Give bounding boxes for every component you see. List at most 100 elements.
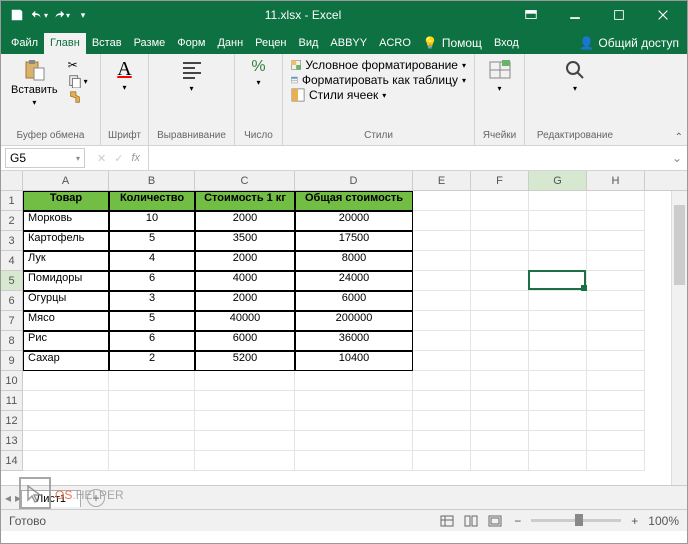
cell[interactable] xyxy=(413,411,471,431)
paste-button[interactable]: Вставить ▾ xyxy=(5,56,64,109)
cell[interactable] xyxy=(23,371,109,391)
tab-layout[interactable]: Разме xyxy=(128,33,172,54)
close-button[interactable] xyxy=(645,1,681,29)
cell[interactable] xyxy=(413,331,471,351)
cell[interactable] xyxy=(471,331,529,351)
cell[interactable] xyxy=(109,411,195,431)
cell[interactable] xyxy=(529,231,587,251)
cell[interactable] xyxy=(109,451,195,471)
cell[interactable] xyxy=(587,231,645,251)
tab-review[interactable]: Рецен xyxy=(249,33,292,54)
undo-button[interactable]: ▾ xyxy=(29,5,49,25)
cancel-formula-icon[interactable]: ✕ xyxy=(97,152,106,165)
cell[interactable]: 24000 xyxy=(295,271,413,291)
cell[interactable] xyxy=(529,251,587,271)
cell[interactable]: 2000 xyxy=(195,211,295,231)
redo-button[interactable]: ▾ xyxy=(51,5,71,25)
zoom-level[interactable]: 100% xyxy=(648,514,679,528)
cell[interactable] xyxy=(109,391,195,411)
format-painter-button[interactable] xyxy=(68,90,88,104)
cell[interactable] xyxy=(195,371,295,391)
cell[interactable] xyxy=(529,331,587,351)
fx-icon[interactable]: fx xyxy=(131,152,140,164)
zoom-slider[interactable] xyxy=(531,519,621,522)
cell[interactable] xyxy=(587,191,645,211)
cell[interactable]: 2000 xyxy=(195,291,295,311)
cell[interactable]: 3 xyxy=(109,291,195,311)
cell[interactable] xyxy=(587,311,645,331)
cell[interactable] xyxy=(413,251,471,271)
cell[interactable] xyxy=(413,211,471,231)
tell-me[interactable]: 💡Помощ xyxy=(417,32,488,54)
cell[interactable]: Мясо xyxy=(23,311,109,331)
cell[interactable] xyxy=(587,351,645,371)
row-header[interactable]: 6 xyxy=(1,291,23,311)
column-header[interactable]: E xyxy=(413,171,471,190)
save-button[interactable] xyxy=(7,5,27,25)
cell[interactable] xyxy=(587,251,645,271)
cell[interactable]: Товар xyxy=(23,191,109,211)
cell[interactable]: Картофель xyxy=(23,231,109,251)
sheet-nav-prev[interactable]: ◂ xyxy=(5,491,11,505)
cell[interactable] xyxy=(471,451,529,471)
cell[interactable] xyxy=(413,291,471,311)
column-header[interactable]: D xyxy=(295,171,413,190)
row-header[interactable]: 4 xyxy=(1,251,23,271)
number-button[interactable]: %▾ xyxy=(239,56,278,89)
expand-formula-bar-icon[interactable]: ⌄ xyxy=(667,151,687,165)
maximize-button[interactable] xyxy=(601,1,637,29)
share-button[interactable]: 👤Общий доступ xyxy=(571,32,687,54)
row-header[interactable]: 12 xyxy=(1,411,23,431)
qat-customize[interactable]: ▾ xyxy=(73,5,93,25)
row-header[interactable]: 10 xyxy=(1,371,23,391)
name-box[interactable]: G5▾ xyxy=(5,148,85,168)
cell[interactable] xyxy=(471,431,529,451)
cell[interactable] xyxy=(529,371,587,391)
zoom-out-button[interactable]: − xyxy=(514,514,521,528)
cell[interactable] xyxy=(471,211,529,231)
cell[interactable]: 200000 xyxy=(295,311,413,331)
cell[interactable] xyxy=(413,391,471,411)
cell[interactable] xyxy=(471,391,529,411)
cell[interactable] xyxy=(413,371,471,391)
cell[interactable]: 6 xyxy=(109,331,195,351)
collapse-ribbon-icon[interactable]: ⌃ xyxy=(675,132,683,143)
cell[interactable]: 5200 xyxy=(195,351,295,371)
cell[interactable] xyxy=(587,271,645,291)
cell[interactable] xyxy=(471,311,529,331)
cell[interactable]: Рис xyxy=(23,331,109,351)
formula-bar[interactable] xyxy=(148,146,667,170)
row-header[interactable]: 5 xyxy=(1,271,23,291)
cell[interactable] xyxy=(587,411,645,431)
cell[interactable] xyxy=(587,431,645,451)
cell[interactable] xyxy=(471,411,529,431)
row-header[interactable]: 11 xyxy=(1,391,23,411)
cell[interactable]: 4 xyxy=(109,251,195,271)
cell[interactable] xyxy=(195,451,295,471)
cell[interactable] xyxy=(529,431,587,451)
signin-link[interactable]: Вход xyxy=(488,33,525,54)
page-break-view-icon[interactable] xyxy=(484,512,506,530)
tab-abbyy[interactable]: ABBYY xyxy=(324,33,373,54)
column-header[interactable]: A xyxy=(23,171,109,190)
cell[interactable] xyxy=(471,291,529,311)
cell[interactable]: 10 xyxy=(109,211,195,231)
cell[interactable]: 6 xyxy=(109,271,195,291)
cell[interactable] xyxy=(529,391,587,411)
cell[interactable] xyxy=(413,271,471,291)
cell[interactable] xyxy=(587,331,645,351)
tab-formulas[interactable]: Форм xyxy=(171,33,211,54)
cell[interactable]: Огурцы xyxy=(23,291,109,311)
zoom-in-button[interactable]: + xyxy=(631,514,638,528)
cell[interactable] xyxy=(195,431,295,451)
cell[interactable] xyxy=(413,311,471,331)
cell[interactable]: Помидоры xyxy=(23,271,109,291)
cell[interactable]: 6000 xyxy=(295,291,413,311)
column-header[interactable]: B xyxy=(109,171,195,190)
cell[interactable] xyxy=(23,431,109,451)
column-header[interactable]: F xyxy=(471,171,529,190)
cell[interactable] xyxy=(413,191,471,211)
cell[interactable] xyxy=(23,451,109,471)
cells-button[interactable]: ▾ xyxy=(479,56,520,95)
column-header[interactable]: C xyxy=(195,171,295,190)
